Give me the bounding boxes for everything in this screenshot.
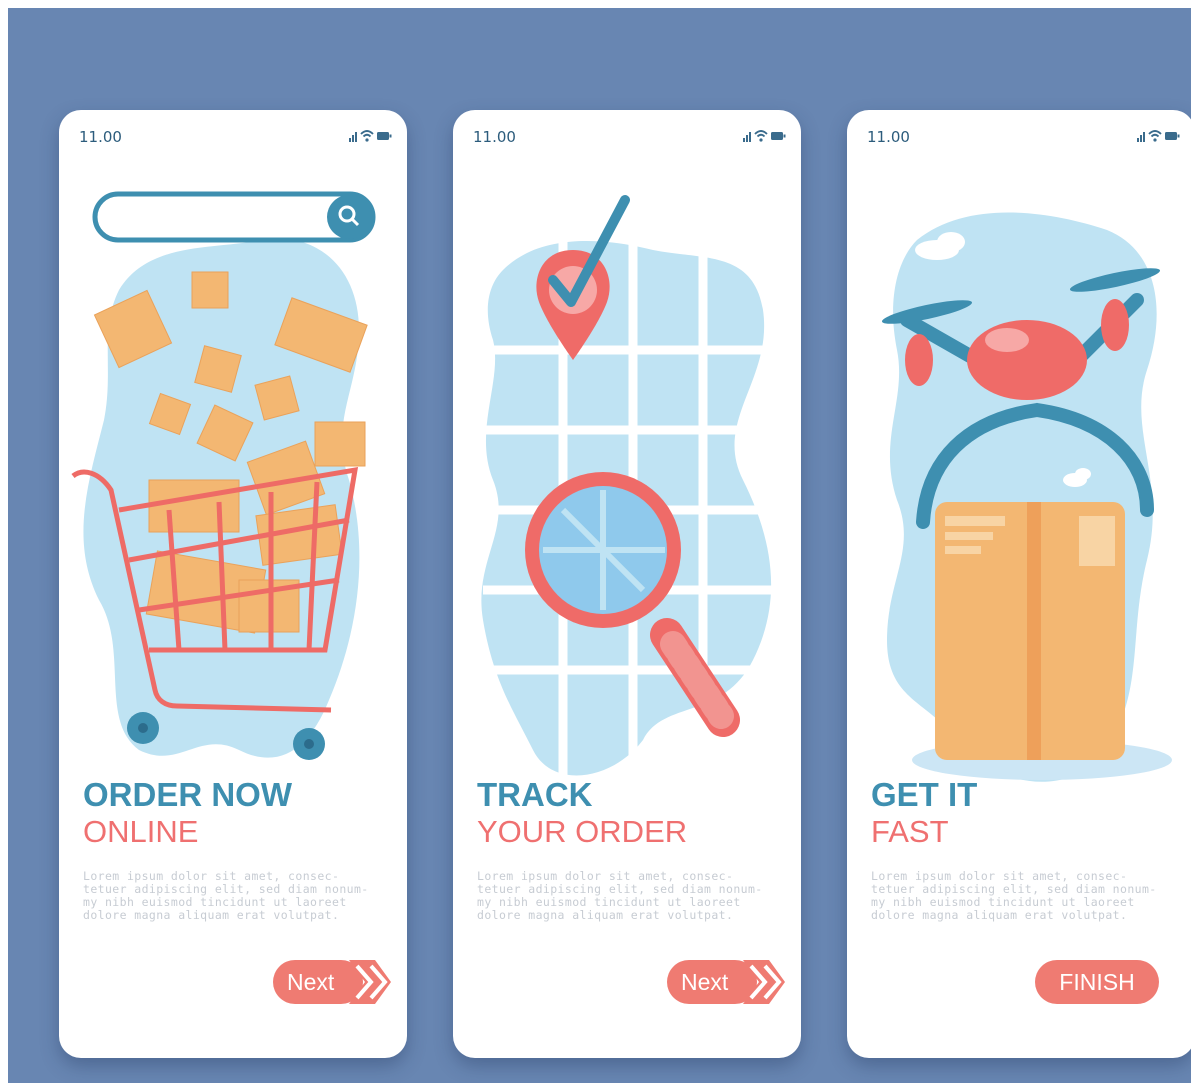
chevron-right-icon <box>743 960 785 1004</box>
next-button[interactable]: Next <box>667 960 785 1004</box>
next-button-label: Next <box>681 968 729 995</box>
onboarding-screen-delivery: 11.00 GET IT FAST Lorem ipsum dolor sit … <box>847 110 1191 1058</box>
status-icons <box>1137 130 1180 142</box>
screen-title-line2: FAST <box>871 814 949 849</box>
package-icon <box>935 502 1125 760</box>
map-tracking-illustration <box>481 195 773 780</box>
onboarding-screen-track: 11.00 TRACK YOUR ORDER Lorem ipsum dolor… <box>453 110 801 1058</box>
wifi-icon <box>1148 130 1162 142</box>
status-time: 11.00 <box>473 128 516 146</box>
next-button-label: Next <box>287 968 335 995</box>
search-bar <box>92 191 376 243</box>
signal-icon <box>349 132 357 142</box>
finish-button[interactable]: FINISH <box>1035 960 1159 1004</box>
drone-delivery-illustration <box>881 212 1172 782</box>
battery-icon <box>1165 132 1180 140</box>
status-icons <box>743 130 786 142</box>
screen-title-line2: YOUR ORDER <box>477 814 688 849</box>
status-time: 11.00 <box>79 128 122 146</box>
screen-title-line2: ONLINE <box>83 814 199 849</box>
screen-title-line1: GET IT <box>871 776 978 813</box>
screen-description: Lorem ipsum dolor sit amet, consec- tetu… <box>83 869 369 922</box>
screen-title-line1: ORDER NOW <box>83 776 292 813</box>
chevron-right-icon <box>349 960 391 1004</box>
screen-title-line1: TRACK <box>477 776 593 813</box>
battery-icon <box>377 132 392 140</box>
screen-description: Lorem ipsum dolor sit amet, consec- tetu… <box>871 869 1157 922</box>
wifi-icon <box>754 130 768 142</box>
wifi-icon <box>360 130 374 142</box>
onboarding-screen-order: 11.00 ORDER NOW ONLINE Lorem ipsum dolor… <box>59 110 407 1058</box>
finish-button-label: FINISH <box>1059 968 1135 995</box>
status-icons <box>349 130 392 142</box>
battery-icon <box>771 132 786 140</box>
signal-icon <box>1137 132 1145 142</box>
status-time: 11.00 <box>867 128 910 146</box>
signal-icon <box>743 132 751 142</box>
shopping-cart-illustration <box>71 191 376 760</box>
screen-description: Lorem ipsum dolor sit amet, consec- tetu… <box>477 869 763 922</box>
next-button[interactable]: Next <box>273 960 391 1004</box>
